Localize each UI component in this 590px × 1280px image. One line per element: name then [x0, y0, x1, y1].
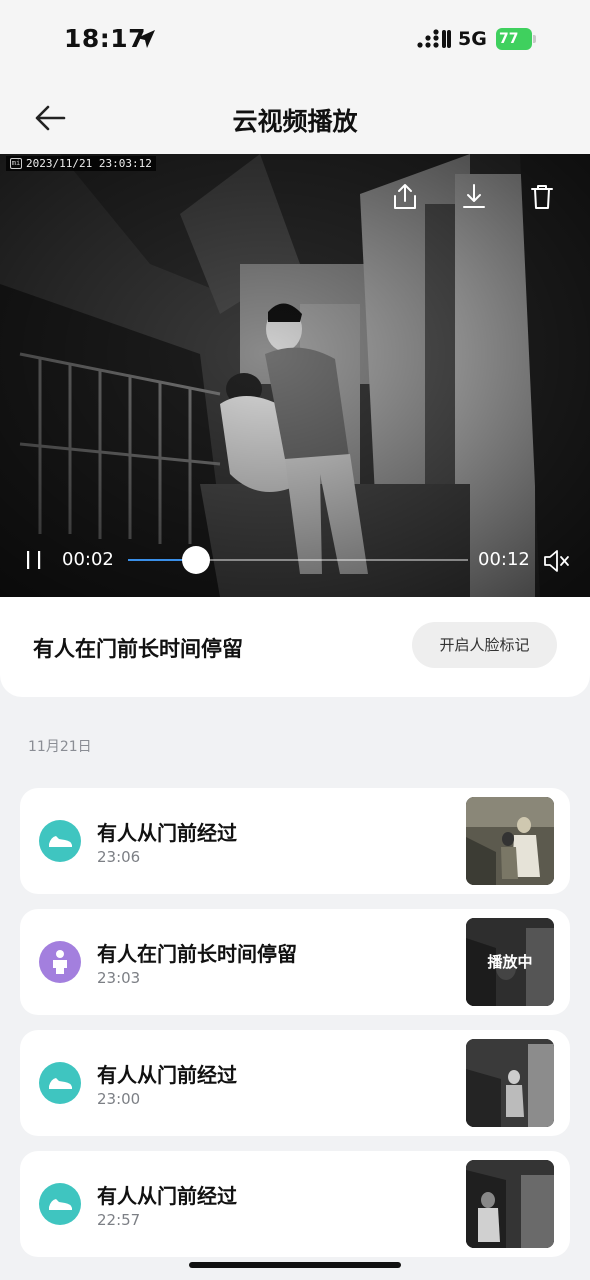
item-time: 23:06	[97, 848, 141, 866]
event-type-icon	[39, 1183, 81, 1225]
battery-icon: 77	[496, 28, 536, 50]
item-title: 有人从门前经过	[97, 821, 237, 845]
person-icon	[39, 941, 81, 983]
event-type-icon	[39, 941, 81, 983]
thumbnail-label: 播放中	[487, 953, 533, 971]
list-item[interactable]: 有人从门前经过 22:57	[20, 1151, 570, 1257]
progress-slider[interactable]	[128, 546, 468, 574]
item-thumbnail[interactable]	[466, 1160, 554, 1248]
shoe-icon	[39, 1062, 81, 1104]
total-time: 00:12	[478, 549, 530, 570]
share-icon[interactable]	[390, 182, 420, 212]
event-header: 有人在门前长时间停留 开启人脸标记	[0, 597, 590, 697]
thumbnail-label	[466, 1160, 554, 1248]
item-title: 有人从门前经过	[97, 1063, 237, 1087]
home-indicator	[189, 1262, 401, 1268]
item-thumbnail[interactable]: 播放中	[466, 918, 554, 1006]
shoe-icon	[39, 1183, 81, 1225]
delete-icon[interactable]	[527, 182, 557, 212]
progress-knob[interactable]	[182, 546, 210, 574]
shoe-icon	[39, 820, 81, 862]
signal-icon	[417, 29, 451, 48]
status-bar: 18:17 5G 77	[0, 0, 590, 82]
list-item[interactable]: 有人从门前经过 23:00	[20, 1030, 570, 1136]
timestamp-text: 2023/11/21 23:03:12	[26, 157, 152, 170]
item-time: 23:03	[97, 969, 141, 987]
location-arrow-icon	[137, 30, 155, 48]
network-type: 5G	[458, 28, 487, 50]
pause-icon[interactable]	[24, 549, 44, 571]
thumbnail-label	[466, 1039, 554, 1127]
download-icon[interactable]	[459, 182, 489, 212]
video-player[interactable]: mi 2023/11/21 23:03:12 00:02 00:12	[0, 154, 590, 597]
event-type-icon	[39, 820, 81, 862]
face-mark-button[interactable]: 开启人脸标记	[412, 622, 557, 668]
event-type-icon	[39, 1062, 81, 1104]
mute-icon[interactable]	[542, 548, 570, 574]
item-time: 23:00	[97, 1090, 141, 1108]
current-time: 00:02	[62, 549, 114, 570]
item-thumbnail[interactable]	[466, 1039, 554, 1127]
page-title: 云视频播放	[232, 107, 358, 136]
item-title: 有人在门前长时间停留	[97, 942, 297, 966]
event-title: 有人在门前长时间停留	[33, 637, 243, 661]
video-timestamp: mi 2023/11/21 23:03:12	[6, 156, 156, 171]
thumbnail-label	[466, 797, 554, 885]
item-title: 有人从门前经过	[97, 1184, 237, 1208]
battery-level: 77	[496, 28, 532, 50]
item-time: 22:57	[97, 1211, 141, 1229]
item-thumbnail[interactable]	[466, 797, 554, 885]
camera-logo: mi	[10, 158, 22, 169]
list-item[interactable]: 有人从门前经过 23:06	[20, 788, 570, 894]
nav-bar: 云视频播放	[0, 82, 590, 154]
list-item[interactable]: 有人在门前长时间停留 23:03 播放中	[20, 909, 570, 1015]
date-label: 11月21日	[28, 739, 92, 755]
video-frame	[0, 154, 590, 597]
